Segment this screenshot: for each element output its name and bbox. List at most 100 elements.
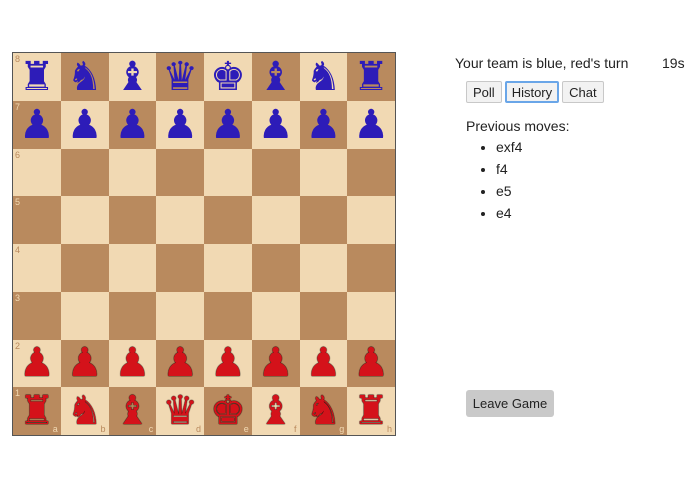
square-f7[interactable]: ♟ <box>251 100 300 149</box>
square-g6[interactable] <box>299 148 348 197</box>
square-f6[interactable] <box>251 148 300 197</box>
square-e5[interactable] <box>204 196 252 244</box>
square-g3[interactable] <box>299 291 348 340</box>
red-pawn-icon[interactable]: ♟ <box>162 343 198 383</box>
square-a5[interactable]: 5 <box>13 196 61 244</box>
square-a3[interactable]: 3 <box>13 291 61 340</box>
red-rook-icon[interactable]: ♜ <box>19 391 55 431</box>
square-g1[interactable]: g ♞ <box>299 387 348 435</box>
red-pawn-icon[interactable]: ♟ <box>114 343 150 383</box>
square-e4[interactable] <box>204 244 252 292</box>
square-d2[interactable]: ♟ <box>156 339 204 388</box>
square-h4[interactable] <box>347 244 395 292</box>
square-f3[interactable] <box>251 291 300 340</box>
blue-king-icon[interactable]: ♚ <box>210 57 246 97</box>
square-b4[interactable] <box>60 244 109 292</box>
square-d1[interactable]: d ♛ <box>156 387 204 435</box>
blue-pawn-icon[interactable]: ♟ <box>162 105 198 145</box>
square-d5[interactable] <box>156 196 204 244</box>
square-f5[interactable] <box>251 196 300 244</box>
blue-pawn-icon[interactable]: ♟ <box>67 105 103 145</box>
square-h6[interactable] <box>347 148 395 197</box>
square-f8[interactable]: ♝ <box>251 53 300 101</box>
square-c7[interactable]: ♟ <box>108 100 157 149</box>
square-a8[interactable]: 8 ♜ <box>13 53 61 101</box>
square-e2[interactable]: ♟ <box>204 339 252 388</box>
square-d6[interactable] <box>156 148 204 197</box>
red-rook-icon[interactable]: ♜ <box>353 391 389 431</box>
square-b5[interactable] <box>60 196 109 244</box>
square-h2[interactable]: ♟ <box>347 339 395 388</box>
square-d3[interactable] <box>156 291 204 340</box>
blue-pawn-icon[interactable]: ♟ <box>114 105 150 145</box>
square-a7[interactable]: 7 ♟ <box>13 100 61 149</box>
square-d4[interactable] <box>156 244 204 292</box>
square-b8[interactable]: ♞ <box>60 53 109 101</box>
blue-bishop-icon[interactable]: ♝ <box>114 57 150 97</box>
square-c4[interactable] <box>108 244 157 292</box>
blue-pawn-icon[interactable]: ♟ <box>353 105 389 145</box>
blue-knight-icon[interactable]: ♞ <box>67 57 103 97</box>
square-a4[interactable]: 4 <box>13 244 61 292</box>
blue-bishop-icon[interactable]: ♝ <box>258 57 294 97</box>
blue-rook-icon[interactable]: ♜ <box>19 57 55 97</box>
square-h8[interactable]: ♜ <box>347 53 395 101</box>
square-b6[interactable] <box>60 148 109 197</box>
red-knight-icon[interactable]: ♞ <box>67 391 103 431</box>
square-c3[interactable] <box>108 291 157 340</box>
red-pawn-icon[interactable]: ♟ <box>210 343 246 383</box>
blue-pawn-icon[interactable]: ♟ <box>258 105 294 145</box>
red-pawn-icon[interactable]: ♟ <box>258 343 294 383</box>
square-g2[interactable]: ♟ <box>299 339 348 388</box>
square-a1[interactable]: 1 a ♜ <box>13 387 61 435</box>
red-knight-icon[interactable]: ♞ <box>305 391 341 431</box>
square-h3[interactable] <box>347 291 395 340</box>
square-e7[interactable]: ♟ <box>204 100 252 149</box>
red-pawn-icon[interactable]: ♟ <box>67 343 103 383</box>
square-g4[interactable] <box>299 244 348 292</box>
blue-rook-icon[interactable]: ♜ <box>353 57 389 97</box>
blue-pawn-icon[interactable]: ♟ <box>305 105 341 145</box>
blue-queen-icon[interactable]: ♛ <box>162 57 198 97</box>
square-b2[interactable]: ♟ <box>60 339 109 388</box>
tab-history[interactable]: History <box>504 81 560 103</box>
square-e6[interactable] <box>204 148 252 197</box>
square-g5[interactable] <box>299 196 348 244</box>
square-d7[interactable]: ♟ <box>156 100 204 149</box>
red-queen-icon[interactable]: ♛ <box>162 391 198 431</box>
square-c6[interactable] <box>108 148 157 197</box>
red-pawn-icon[interactable]: ♟ <box>353 343 389 383</box>
square-e1[interactable]: e ♚ <box>204 387 252 435</box>
red-bishop-icon[interactable]: ♝ <box>114 391 150 431</box>
square-e8[interactable]: ♚ <box>204 53 252 101</box>
square-f1[interactable]: f ♝ <box>251 387 300 435</box>
square-b1[interactable]: b ♞ <box>60 387 109 435</box>
square-f2[interactable]: ♟ <box>251 339 300 388</box>
red-pawn-icon[interactable]: ♟ <box>19 343 55 383</box>
square-g8[interactable]: ♞ <box>299 53 348 101</box>
blue-knight-icon[interactable]: ♞ <box>305 57 341 97</box>
chess-board[interactable]: 8 ♜ ♞ ♝ ♛ ♚ ♝ ♞ ♜ 7 ♟ ♟ ♟ ♟ ♟ ♟ ♟ ♟ 6 5 4 3 2 ♟ ♟ ♟ ♟ ♟ ♟ ♟ ♟ 1 a ♜ b ♞ c ♝ d ♛… <box>12 52 396 436</box>
red-bishop-icon[interactable]: ♝ <box>258 391 294 431</box>
square-d8[interactable]: ♛ <box>156 53 204 101</box>
square-c2[interactable]: ♟ <box>108 339 157 388</box>
leave-game-button[interactable]: Leave Game <box>466 390 554 417</box>
square-g7[interactable]: ♟ <box>299 100 348 149</box>
square-h5[interactable] <box>347 196 395 244</box>
blue-pawn-icon[interactable]: ♟ <box>19 105 55 145</box>
square-a6[interactable]: 6 <box>13 148 61 197</box>
square-c8[interactable]: ♝ <box>108 53 157 101</box>
red-pawn-icon[interactable]: ♟ <box>305 343 341 383</box>
square-a2[interactable]: 2 ♟ <box>13 339 61 388</box>
square-c5[interactable] <box>108 196 157 244</box>
square-f4[interactable] <box>251 244 300 292</box>
square-h7[interactable]: ♟ <box>347 100 395 149</box>
tab-poll[interactable]: Poll <box>466 81 502 103</box>
red-king-icon[interactable]: ♚ <box>210 391 246 431</box>
blue-pawn-icon[interactable]: ♟ <box>210 105 246 145</box>
square-b3[interactable] <box>60 291 109 340</box>
square-c1[interactable]: c ♝ <box>108 387 157 435</box>
square-b7[interactable]: ♟ <box>60 100 109 149</box>
square-e3[interactable] <box>204 291 252 340</box>
square-h1[interactable]: h ♜ <box>347 387 395 435</box>
